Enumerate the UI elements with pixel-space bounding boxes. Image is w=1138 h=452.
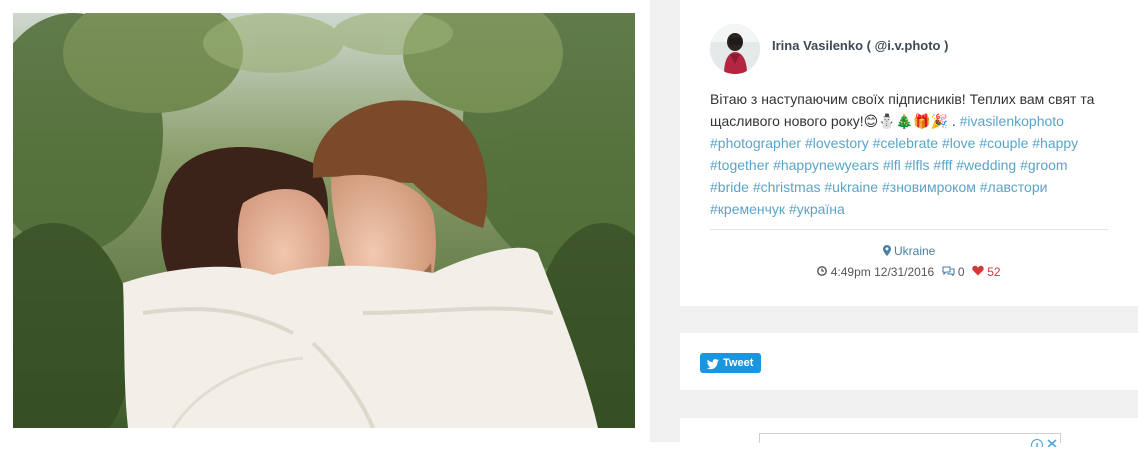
hashtag[interactable]: #photographer bbox=[710, 135, 801, 151]
author-name[interactable]: Irina Vasilenko ( @i.v.photo ) bbox=[772, 38, 948, 53]
post-photo[interactable] bbox=[13, 13, 635, 428]
likes-count: 52 bbox=[987, 264, 1001, 279]
post-caption: Вітаю з наступаючим своїх підписників! Т… bbox=[710, 88, 1108, 220]
hashtag[interactable]: #ivasilenkophoto bbox=[960, 113, 1064, 129]
hashtag[interactable]: #couple bbox=[979, 135, 1028, 151]
map-marker-icon bbox=[882, 244, 894, 258]
comments-count: 0 bbox=[957, 264, 965, 279]
hashtag[interactable]: #love bbox=[942, 135, 975, 151]
post-meta: 4:49pm 12/31/2016 0 52 bbox=[710, 264, 1108, 279]
hashtag[interactable]: #groom bbox=[1020, 157, 1067, 173]
author-avatar[interactable] bbox=[710, 24, 760, 74]
post-location[interactable]: Ukraine bbox=[710, 244, 1108, 258]
hashtag[interactable]: #зновимроком bbox=[882, 179, 976, 195]
location-label: Ukraine bbox=[893, 244, 936, 258]
tweet-label: Tweet bbox=[723, 357, 754, 369]
couple-photo-illustration bbox=[13, 13, 635, 428]
hashtag[interactable]: #happy bbox=[1032, 135, 1078, 151]
hashtag[interactable]: #україна bbox=[789, 201, 845, 217]
divider bbox=[710, 229, 1108, 230]
hashtag[interactable]: #лавстори bbox=[980, 179, 1048, 195]
hashtag[interactable]: #fff bbox=[933, 157, 952, 173]
hashtag[interactable]: #lfl bbox=[883, 157, 901, 173]
clock-icon bbox=[817, 265, 828, 279]
hashtag[interactable]: #celebrate bbox=[873, 135, 938, 151]
ad-info-icon[interactable] bbox=[1031, 434, 1043, 451]
hashtag[interactable]: #wedding bbox=[956, 157, 1016, 173]
hashtag[interactable]: #together bbox=[710, 157, 769, 173]
hashtag[interactable]: #bride bbox=[710, 179, 749, 195]
hashtag[interactable]: #кременчук bbox=[710, 201, 785, 217]
hashtag[interactable]: #lfls bbox=[905, 157, 930, 173]
tweet-button[interactable]: Tweet bbox=[700, 353, 761, 373]
hashtag[interactable]: #happynewyears bbox=[773, 157, 879, 173]
post-timestamp: 4:49pm 12/31/2016 bbox=[830, 264, 935, 279]
twitter-bird-icon bbox=[706, 357, 719, 377]
ad-close-icon[interactable] bbox=[1046, 434, 1058, 448]
hashtag[interactable]: #ukraine bbox=[824, 179, 878, 195]
comments-icon bbox=[941, 265, 955, 279]
hashtag[interactable]: #lovestory bbox=[805, 135, 869, 151]
heart-icon bbox=[972, 265, 984, 279]
hashtag[interactable]: #christmas bbox=[753, 179, 821, 195]
